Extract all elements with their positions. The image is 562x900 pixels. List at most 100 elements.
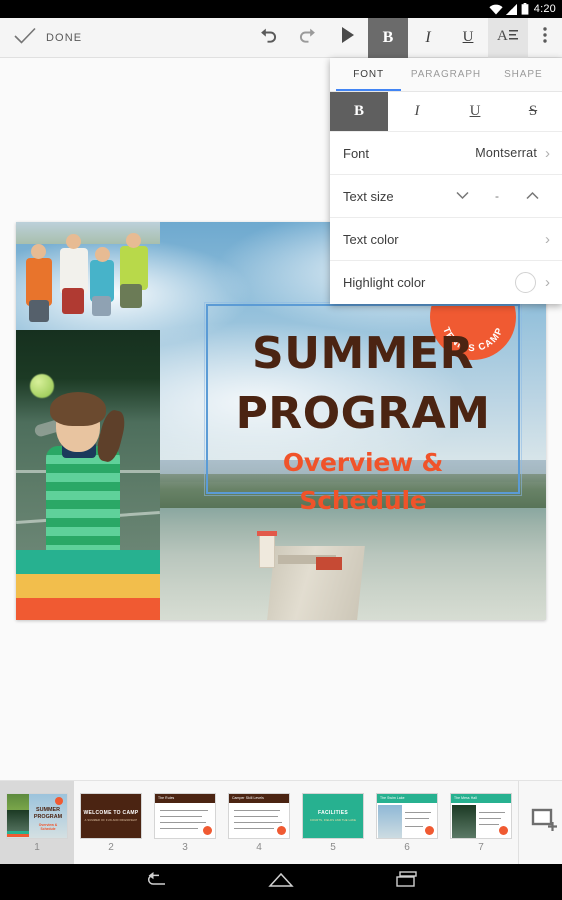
font-row[interactable]: Font Montserrat › bbox=[330, 132, 562, 175]
thumbnail-slide-1-number: 1 bbox=[34, 841, 40, 853]
underline-label: U bbox=[462, 29, 474, 45]
highlight-color-label: Highlight color bbox=[343, 275, 426, 290]
thumbnail-slide-4[interactable]: Camper Skill Levels 4 bbox=[222, 781, 296, 864]
text-format-button[interactable]: A bbox=[488, 17, 528, 58]
thumbnail-slide-6[interactable]: The Swim Lake 6 bbox=[370, 781, 444, 864]
thumbnail-slide-4-preview: Camper Skill Levels bbox=[228, 792, 290, 839]
font-row-label: Font bbox=[343, 145, 370, 161]
recents-icon bbox=[395, 871, 419, 893]
thumb6-photo bbox=[378, 804, 402, 838]
text-size-label: Text size bbox=[343, 188, 394, 204]
thumbnail-slide-3[interactable]: The Rules 3 bbox=[148, 781, 222, 864]
photo-girl-hair bbox=[50, 392, 106, 426]
thumb6-line-1 bbox=[405, 811, 431, 813]
highlight-color-swatch[interactable] bbox=[515, 272, 536, 293]
add-slide-button[interactable] bbox=[518, 781, 562, 864]
thumb5-subtitle: COURTS, FIELDS AND THE LAKE bbox=[309, 818, 357, 822]
thumb3-bullet-3 bbox=[160, 821, 206, 823]
overflow-menu-button[interactable] bbox=[528, 18, 562, 58]
text-size-row: Text size - bbox=[330, 175, 562, 218]
thumb1-band-orange bbox=[7, 833, 29, 837]
thumbnail-slide-2-number: 2 bbox=[108, 841, 114, 853]
nav-home-button[interactable] bbox=[261, 864, 301, 900]
thumbnail-slide-2[interactable]: WELCOME TO CAMP A SUMMER OF FUN AND FRIE… bbox=[74, 781, 148, 864]
slide-background-lifeguard-tower bbox=[259, 534, 275, 568]
filmstrip-thumbnails: SUMMER PROGRAM Overview & Schedule 1 WEL… bbox=[0, 781, 518, 864]
thumb5-title: FACILITIES bbox=[318, 809, 348, 816]
slide-background-tower-roof bbox=[257, 531, 277, 536]
photo-kid-orange bbox=[26, 258, 52, 306]
bold-label: B bbox=[382, 28, 394, 46]
bold-button[interactable]: B bbox=[368, 17, 408, 58]
more-vert-icon bbox=[543, 27, 547, 48]
thumb7-line-2 bbox=[479, 817, 501, 819]
panel-underline-button[interactable]: U bbox=[446, 92, 504, 131]
undo-button[interactable] bbox=[248, 18, 288, 58]
play-icon bbox=[340, 26, 356, 49]
slides-editor-screen: 4:20 DONE B I U A TENNIS CAMP SUMMER PRO… bbox=[0, 0, 562, 900]
thumb7-line-1 bbox=[479, 811, 505, 813]
photo-kid-legs-3 bbox=[92, 296, 111, 316]
thumb1-badge bbox=[55, 796, 63, 805]
underline-button[interactable]: U bbox=[448, 18, 488, 58]
slide-subtitle: Overview & Schedule bbox=[282, 448, 444, 515]
chevron-right-icon: › bbox=[545, 274, 550, 291]
slide-filmstrip[interactable]: SUMMER PROGRAM Overview & Schedule 1 WEL… bbox=[0, 780, 562, 864]
photo-tennis-girl bbox=[16, 330, 160, 550]
thumbnail-slide-3-number: 3 bbox=[182, 841, 188, 853]
font-row-value: Montserrat bbox=[475, 146, 537, 160]
slide-title-line-2: PROGRAM bbox=[235, 388, 491, 439]
chevron-up-icon[interactable] bbox=[514, 189, 550, 203]
tab-font[interactable]: FONT bbox=[330, 58, 407, 91]
photo-kid-head-4 bbox=[126, 233, 141, 248]
thumbnail-slide-1[interactable]: SUMMER PROGRAM Overview & Schedule 1 bbox=[0, 781, 74, 864]
thumb4-bullet-4 bbox=[234, 827, 274, 829]
highlight-color-row[interactable]: Highlight color › bbox=[330, 261, 562, 304]
italic-label: I bbox=[425, 28, 431, 46]
thumb3-badge bbox=[203, 825, 212, 835]
text-color-row[interactable]: Text color › bbox=[330, 218, 562, 261]
thumb6-line-2 bbox=[405, 817, 429, 819]
thumb5-background bbox=[303, 793, 363, 838]
redo-button[interactable] bbox=[288, 18, 328, 58]
thumb3-bullet-2 bbox=[160, 815, 202, 817]
chevron-right-icon: › bbox=[545, 144, 550, 162]
photo-kid-head-3 bbox=[95, 247, 110, 262]
panel-bold-button[interactable]: B bbox=[330, 92, 388, 131]
nav-back-button[interactable] bbox=[135, 864, 175, 900]
slide-background-red-hut bbox=[316, 557, 342, 570]
slide-band-orange bbox=[16, 598, 160, 620]
panel-strikethrough-button[interactable]: S bbox=[504, 92, 562, 131]
battery-icon bbox=[521, 3, 529, 15]
italic-button[interactable]: I bbox=[408, 18, 448, 58]
slide-photo-column bbox=[16, 222, 160, 620]
thumb6-title: The Swim Lake bbox=[380, 795, 405, 800]
tab-shape[interactable]: SHAPE bbox=[485, 58, 562, 91]
chevron-down-icon[interactable] bbox=[444, 189, 480, 203]
done-label: DONE bbox=[46, 31, 83, 44]
thumbnail-slide-7[interactable]: The Mess Hall 7 bbox=[444, 781, 518, 864]
panel-italic-button[interactable]: I bbox=[388, 92, 446, 131]
thumb1-kids bbox=[7, 793, 29, 810]
nav-recents-button[interactable] bbox=[387, 864, 427, 900]
thumb2-title: WELCOME TO CAMP bbox=[83, 809, 139, 816]
slide-band-yellow bbox=[16, 574, 160, 598]
signal-icon bbox=[505, 3, 518, 15]
svg-text:A: A bbox=[497, 28, 508, 44]
thumb4-bullet-1 bbox=[234, 809, 280, 811]
android-navigation-bar bbox=[0, 864, 562, 900]
thumbnail-slide-5[interactable]: FACILITIES COURTS, FIELDS AND THE LAKE 5 bbox=[296, 781, 370, 864]
photo-running-kids bbox=[16, 222, 160, 330]
thumb7-photo bbox=[452, 804, 476, 838]
title-text-content: SUMMER PROGRAM Overview & Schedule bbox=[208, 306, 518, 515]
thumb4-badge bbox=[277, 825, 286, 835]
present-button[interactable] bbox=[328, 18, 368, 58]
tab-paragraph[interactable]: PARAGRAPH bbox=[407, 58, 484, 91]
thumb4-title: Camper Skill Levels bbox=[232, 795, 264, 800]
text-style-row: B I U S bbox=[330, 92, 562, 132]
photo-kid-legs-4 bbox=[120, 284, 142, 308]
wifi-icon bbox=[489, 4, 503, 15]
title-text-box[interactable]: SUMMER PROGRAM Overview & Schedule bbox=[204, 302, 522, 515]
thumb7-badge bbox=[499, 825, 508, 835]
done-button[interactable]: DONE bbox=[0, 18, 82, 57]
